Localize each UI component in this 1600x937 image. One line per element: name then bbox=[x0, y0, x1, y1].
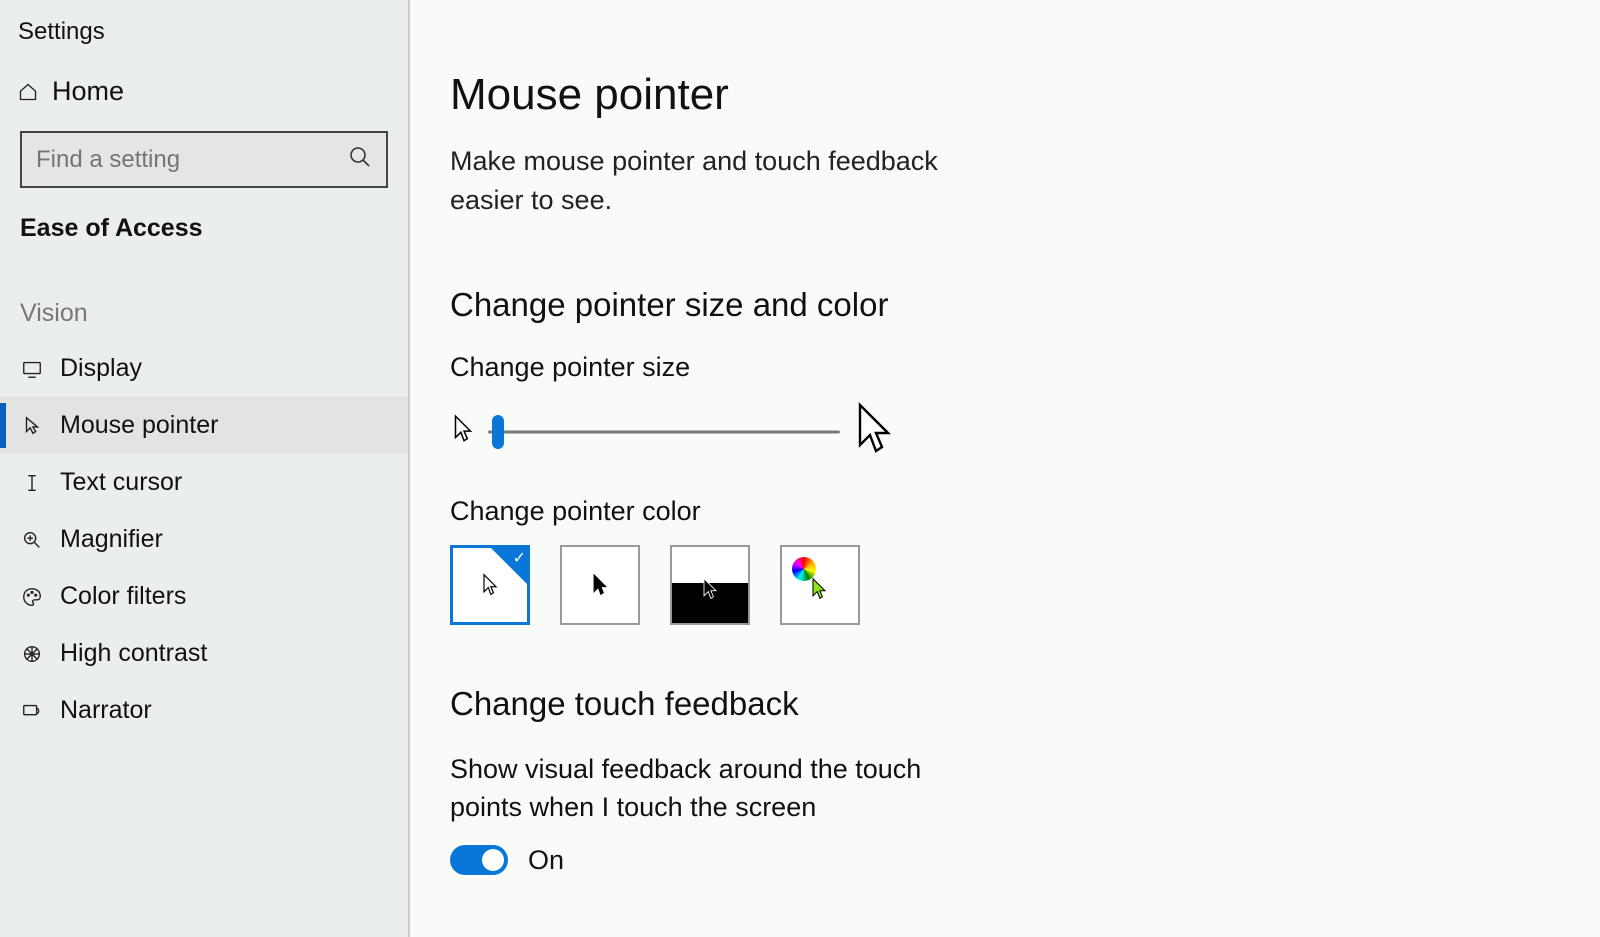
touch-feedback-description: Show visual feedback around the touch po… bbox=[450, 751, 990, 827]
toggle-knob bbox=[482, 849, 504, 871]
section-title: Ease of Access bbox=[0, 192, 408, 251]
search-icon bbox=[348, 145, 372, 174]
page-description: Make mouse pointer and touch feedback ea… bbox=[450, 142, 1010, 220]
pointer-color-label: Change pointer color bbox=[450, 496, 1552, 527]
pointer-large-icon bbox=[852, 401, 896, 462]
pointer-small-icon bbox=[450, 414, 476, 449]
sidebar-item-narrator[interactable]: Narrator bbox=[0, 682, 408, 739]
slider-track-line bbox=[488, 430, 840, 433]
sidebar-item-label: Color filters bbox=[60, 582, 186, 611]
monitor-icon bbox=[20, 357, 44, 381]
palette-icon bbox=[20, 585, 44, 609]
sidebar-item-label: Display bbox=[60, 354, 142, 383]
page-title: Mouse pointer bbox=[450, 70, 1552, 120]
ibeam-icon bbox=[20, 471, 44, 495]
sidebar-item-label: Narrator bbox=[60, 696, 152, 725]
sidebar-item-magnifier[interactable]: Magnifier bbox=[0, 511, 408, 568]
zoom-icon bbox=[20, 528, 44, 552]
pointer-size-slider-row bbox=[450, 401, 1552, 462]
touch-feedback-toggle[interactable] bbox=[450, 845, 508, 875]
checkmark-icon: ✓ bbox=[513, 548, 526, 568]
home-link[interactable]: Home bbox=[0, 64, 408, 119]
pointer-color-options: ✓ bbox=[450, 545, 1552, 625]
section-heading-size-color: Change pointer size and color bbox=[450, 286, 1552, 324]
sidebar-item-high-contrast[interactable]: High contrast bbox=[0, 625, 408, 682]
section-heading-touch: Change touch feedback bbox=[450, 685, 1552, 723]
contrast-icon bbox=[20, 642, 44, 666]
home-label: Home bbox=[52, 76, 124, 107]
sidebar-item-label: High contrast bbox=[60, 639, 207, 668]
pointer-color-black[interactable] bbox=[560, 545, 640, 625]
pointer-color-inverted[interactable] bbox=[670, 545, 750, 625]
main-content: Mouse pointer Make mouse pointer and tou… bbox=[410, 0, 1600, 937]
sidebar: Settings Home Ease of Access Vision Disp… bbox=[0, 0, 410, 937]
touch-feedback-toggle-row: On bbox=[450, 845, 1552, 876]
sidebar-item-text-cursor[interactable]: Text cursor bbox=[0, 454, 408, 511]
group-label-vision: Vision bbox=[0, 251, 408, 340]
search-input[interactable] bbox=[36, 146, 348, 174]
slider-thumb[interactable] bbox=[492, 415, 504, 449]
pointer-color-custom[interactable] bbox=[780, 545, 860, 625]
touch-feedback-toggle-label: On bbox=[528, 845, 564, 876]
sidebar-item-display[interactable]: Display bbox=[0, 340, 408, 397]
home-icon bbox=[18, 82, 38, 102]
sidebar-item-label: Mouse pointer bbox=[60, 411, 218, 440]
sidebar-item-label: Text cursor bbox=[60, 468, 182, 497]
app-title: Settings bbox=[0, 10, 408, 64]
pointer-icon bbox=[20, 414, 44, 438]
sidebar-item-color-filters[interactable]: Color filters bbox=[0, 568, 408, 625]
search-box[interactable] bbox=[20, 131, 388, 188]
pointer-size-label: Change pointer size bbox=[450, 352, 1552, 383]
narrator-icon bbox=[20, 699, 44, 723]
sidebar-item-mouse-pointer[interactable]: Mouse pointer bbox=[0, 397, 408, 454]
pointer-size-slider[interactable] bbox=[488, 411, 840, 453]
pointer-color-white[interactable]: ✓ bbox=[450, 545, 530, 625]
sidebar-item-label: Magnifier bbox=[60, 525, 163, 554]
